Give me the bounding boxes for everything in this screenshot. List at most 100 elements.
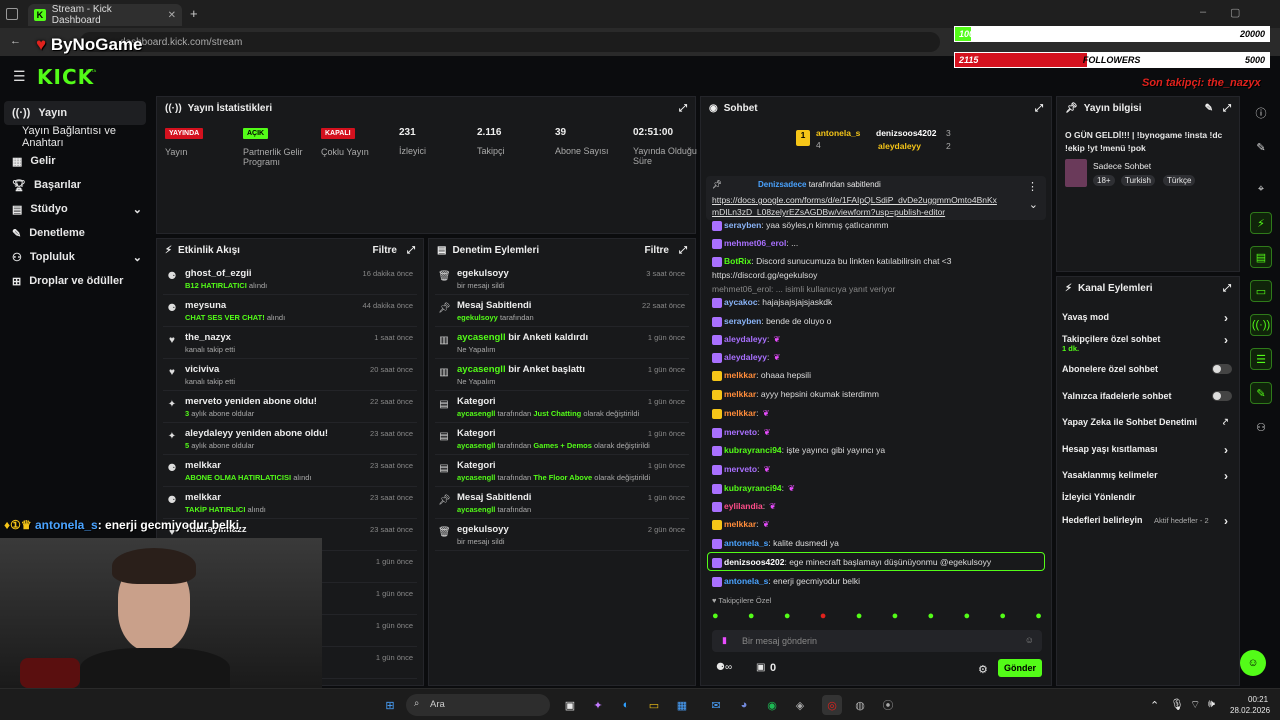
channel-action-item[interactable]: Yalnızca ifadelerle sohbet (1062, 391, 1232, 409)
expand-icon[interactable]: ⤢ (407, 245, 415, 256)
channel-action-item[interactable]: Hedefleri belirleyin Aktif hedefler - 2 › (1062, 514, 1232, 533)
chevron-down-icon[interactable]: ⌄ (133, 251, 142, 264)
activity-row[interactable]: ♥ the_nazyx kanalı takip etti 1 saat önce (163, 329, 417, 359)
sidebar-item-stream-key[interactable]: Yayın Bağlantısı ve Anahtarı (0, 125, 150, 149)
expand-icon[interactable]: ⤢ (1035, 103, 1043, 114)
pinned-link-line1[interactable]: https://docs.google.com/forms/d/e/1FAIpQ… (712, 195, 997, 205)
app-icon[interactable]: ◈ (790, 695, 810, 715)
broadcast-icon[interactable]: ((·)) (1250, 314, 1272, 336)
chat-message[interactable]: eylilandia: ❦ (712, 501, 776, 512)
activity-row[interactable]: ⚈ ghost_of_ezgii B12 HATIRLATICI alındı 16 … (163, 265, 417, 295)
more-icon[interactable]: ⋮ (1027, 180, 1038, 193)
chat-message[interactable]: aycakoc: hajajsajsjajsjaskdk (712, 297, 832, 308)
chat-message[interactable]: mehmet06_erol: ... (712, 238, 798, 249)
edge-icon[interactable]: ◐ (616, 695, 636, 715)
toggle-switch[interactable] (1212, 364, 1232, 374)
channel-action-item[interactable]: Yapay Zeka ile Sohbet Denetimi ⤤ (1062, 417, 1232, 435)
sidebar-item-gelir[interactable]: ▦ Gelir (0, 149, 150, 173)
sidebar-item-yayin[interactable]: ((·)) Yayın (4, 101, 146, 125)
channel-action-item[interactable]: Yavaş mod › (1062, 311, 1232, 330)
activity-row[interactable]: ✦ merveto yeniden abone oldu! 3 aylık abon… (163, 393, 417, 423)
mail-icon[interactable]: ✉ (706, 695, 726, 715)
chat-message[interactable]: antonela_s: kalite dusmedi ya (712, 538, 839, 549)
chat-message[interactable]: merveto: ❦ (712, 464, 771, 475)
chat-username[interactable]: merveto (724, 464, 757, 474)
chat-username[interactable]: eylilandia (724, 501, 763, 511)
chat-username[interactable]: merveto (724, 427, 757, 437)
chat-username[interactable]: aleydaleyy (724, 334, 767, 344)
chevron-right-icon[interactable]: › (1224, 469, 1228, 483)
emote-icon[interactable]: ● (820, 610, 827, 624)
activity-row[interactable]: ⚈ melkkar TAKİP HATIRLICI alındı 23 saat ön… (163, 489, 417, 519)
moderation-row[interactable]: ▤ Kategori aycasengll tarafından Games + D… (435, 425, 689, 455)
chat-input[interactable]: ▮ Bir mesaj gönderin ☺ (712, 630, 1042, 652)
windows-start-icon[interactable]: ⊞ (380, 695, 400, 715)
support-chat-button[interactable]: ☺ (1240, 650, 1266, 676)
chat-username[interactable]: melkkar (724, 370, 756, 380)
emote-icon[interactable]: ● (1035, 610, 1042, 624)
chat-message[interactable]: melkkar: ohaaa hepsili (712, 370, 811, 381)
moderation-row[interactable]: 📌︎ Mesaj Sabitlendi egekulsoyy tarafından 2… (435, 297, 689, 327)
filter-button[interactable]: Filtre (645, 245, 669, 256)
emoji-icon[interactable]: ☺ (1025, 635, 1034, 645)
people-icon[interactable]: ⚇ (1250, 416, 1272, 438)
tag[interactable]: Turkish (1121, 175, 1155, 186)
chat-message[interactable]: kubrayranci94: ❦ (712, 483, 795, 494)
emote-icon[interactable]: ● (928, 610, 935, 624)
sidebar-toggle-icon[interactable] (6, 8, 18, 20)
emote-icon[interactable]: ● (748, 610, 755, 624)
chevron-right-icon[interactable]: › (1224, 443, 1228, 457)
emote-icon[interactable]: ● (963, 610, 970, 624)
browser-tab[interactable]: K Stream - Kick Dashboard ✕ (28, 4, 182, 26)
chat-message[interactable]: melkkar: ❦ (712, 408, 770, 419)
external-link-icon[interactable]: ⤤ (1223, 417, 1228, 428)
steam-icon[interactable]: ◍ (850, 695, 870, 715)
taskbar-search[interactable]: ⌕ Ara (406, 694, 550, 716)
channel-action-item[interactable]: Abonelere özel sohbet (1062, 364, 1232, 382)
chat-message[interactable]: BotRix: Discord sunucumuza bu linkten ka… (712, 256, 951, 267)
obs-icon[interactable]: ⦿ (878, 695, 898, 715)
chat-username[interactable]: kubrayranci94 (724, 483, 782, 493)
channel-action-item[interactable]: İzleyici Yönlendir (1062, 492, 1232, 510)
back-icon[interactable]: ← (10, 35, 21, 47)
close-tab-icon[interactable]: ✕ (168, 10, 176, 21)
tag[interactable]: 18+ (1093, 175, 1115, 186)
sidebar-item-denetleme[interactable]: ✎ Denetleme (0, 221, 150, 245)
chat-message[interactable]: antonela_s: enerji gecmiyodur belki (712, 576, 860, 587)
top-user-name[interactable]: antonela_s (816, 128, 860, 138)
channel-action-item[interactable]: Hesap yaşı kısıtlaması › (1062, 443, 1232, 462)
stream-category[interactable]: Sadece Sohbet (1093, 161, 1151, 171)
expand-icon[interactable]: ⤢ (679, 103, 687, 114)
chevron-right-icon[interactable]: › (1224, 333, 1228, 347)
chat-message[interactable]: serayben: yaa söyles,n kimmış çatlıcanmm (712, 220, 888, 231)
chat-username[interactable]: aycakoc (724, 297, 758, 307)
moderation-row[interactable]: 🗑︎ egekulsoyy bir mesajı sildi 3 saat önce (435, 265, 689, 295)
chevron-right-icon[interactable]: › (1224, 514, 1228, 528)
chat-username[interactable]: antonela_s (724, 538, 768, 548)
chat-username[interactable]: antonela_s (724, 576, 768, 586)
chat-username[interactable]: BotRix (724, 256, 751, 266)
sidebar-item-droplar[interactable]: ⊞ Droplar ve ödüller (0, 269, 150, 293)
chevron-right-icon[interactable]: › (1224, 311, 1228, 325)
moderation-row[interactable]: 📌︎ Mesaj Sabitlendi aycasengll tarafından 1… (435, 489, 689, 519)
notes-icon[interactable]: ▤ (1250, 246, 1272, 268)
activity-row[interactable]: ⚈ melkkar ABONE OLMA HATIRLATICISI alındı 2… (163, 457, 417, 487)
sidebar-item-topluluk[interactable]: ⚇ Topluluk ⌄ (0, 245, 150, 269)
emote-icon[interactable]: ● (784, 610, 791, 624)
gift-icon[interactable]: ▣ (756, 662, 765, 673)
chat-message[interactable]: serayben: bende de oluyo o (712, 316, 831, 327)
copilot-icon[interactable]: ✦ (588, 695, 608, 715)
moderation-row[interactable]: ▤ Kategori aycasengll tarafından The Floor… (435, 457, 689, 487)
sidebar-item-studyo[interactable]: ▤ Stüdyo ⌄ (0, 197, 150, 221)
chat-message[interactable]: aleydaleyy: ❦ (712, 334, 781, 345)
channel-action-item[interactable]: Takipçilere özel sohbet 1 dk. › (1062, 333, 1232, 353)
minimize-icon[interactable]: – (1200, 6, 1206, 18)
top-user-name[interactable]: aleydaleyy (878, 141, 921, 151)
chat-username[interactable]: kubrayranci94 (724, 445, 782, 455)
emote-icon[interactable]: ● (999, 610, 1006, 624)
mic-icon[interactable]: ▮ (722, 635, 727, 646)
wifi-icon[interactable]: ⌔ (1190, 698, 1200, 712)
top-user-name[interactable]: denizsoos4202 (876, 128, 936, 138)
moderation-row[interactable]: ▥ aycasengll bir Anket başlattı Ne Yapalım… (435, 361, 689, 391)
activity-row[interactable]: ✦ aleydaleyy yeniden abone oldu! 5 aylık a… (163, 425, 417, 455)
